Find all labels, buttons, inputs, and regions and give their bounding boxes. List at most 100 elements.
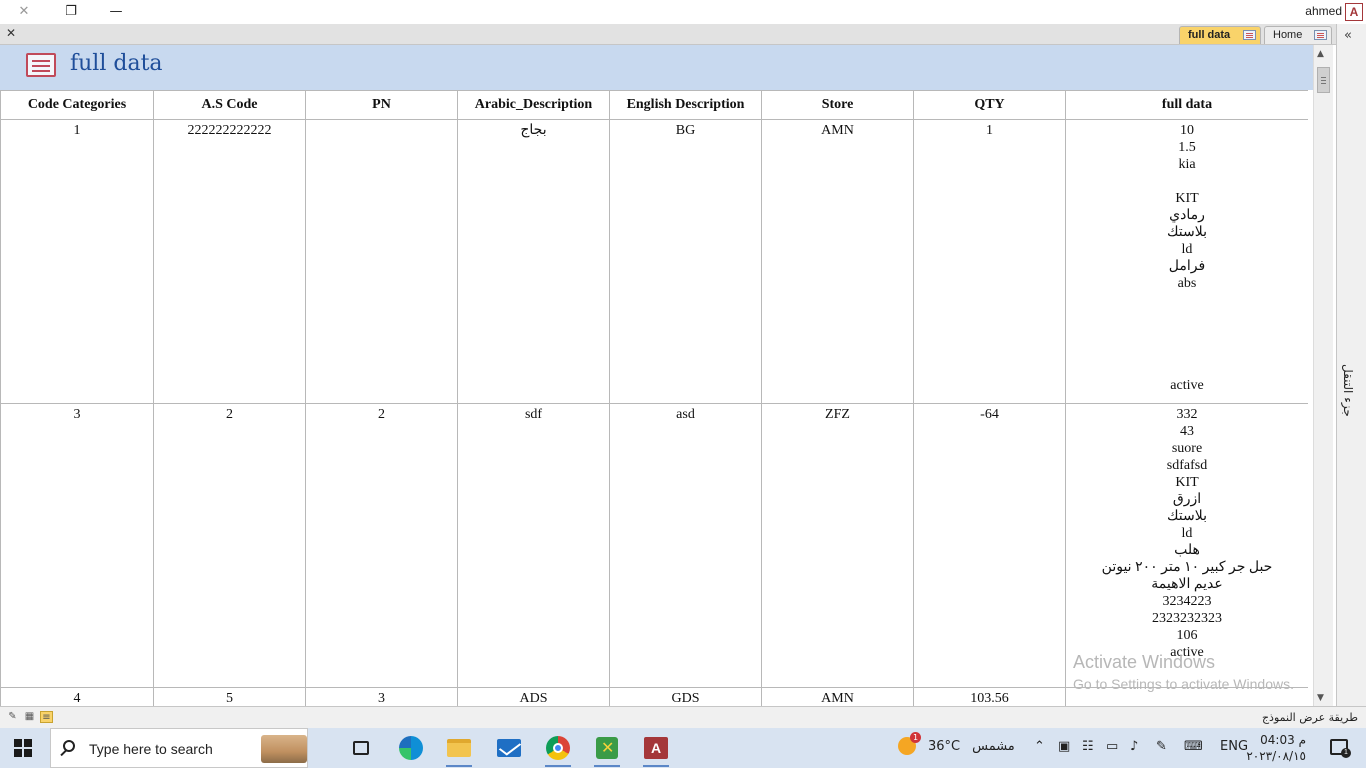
cell-store[interactable]: AMN: [761, 687, 914, 706]
chevron-up-icon[interactable]: ⌃: [1034, 739, 1045, 754]
form-title: full data: [70, 51, 163, 76]
network-icon[interactable]: ☷: [1082, 739, 1094, 754]
column-header-arabic-description[interactable]: Arabic_Description: [457, 90, 610, 120]
cell-full-data[interactable]: [1065, 687, 1308, 706]
cell-code-categories[interactable]: 3: [0, 403, 154, 688]
cell-as-code[interactable]: 222222222222: [153, 119, 306, 404]
cell-store[interactable]: AMN: [761, 119, 914, 404]
notification-icon[interactable]: 1: [1330, 739, 1351, 758]
document-tab-bar: ✕ full data Home: [0, 24, 1336, 45]
full-data-line: ازرق: [1172, 492, 1202, 507]
cell-qty[interactable]: -64: [913, 403, 1066, 688]
file-explorer-button[interactable]: [440, 732, 478, 767]
full-data-line: عديم الاهيمة: [1151, 577, 1223, 592]
cell-as-code[interactable]: 2: [153, 403, 306, 688]
form-icon: [1243, 30, 1256, 40]
pen-icon[interactable]: ✎: [1156, 739, 1167, 754]
language-indicator[interactable]: ENG: [1220, 739, 1248, 754]
tab-full-data[interactable]: full data: [1179, 26, 1261, 44]
form-header: full data: [0, 45, 1313, 90]
cell-arabic-description[interactable]: بجاج: [457, 119, 610, 404]
scroll-up-icon[interactable]: ▲: [1317, 49, 1324, 59]
cell-code-categories[interactable]: 1: [0, 119, 154, 404]
cell-pn[interactable]: 2: [305, 403, 458, 688]
cell-qty[interactable]: 103.56: [913, 687, 1066, 706]
full-data-line: 332: [1176, 407, 1198, 422]
mail-button[interactable]: [490, 732, 528, 764]
full-data-line: بلاستك: [1166, 225, 1207, 240]
cell-full-data[interactable]: 332 43 suore sdfafsd KIT ازرق بلاستك ld هلب حبل ج…: [1065, 403, 1308, 688]
vertical-scrollbar[interactable]: ▲ ▼: [1313, 45, 1333, 706]
column-header-code-categories[interactable]: Code Categories: [0, 90, 154, 120]
cell-qty[interactable]: 1: [913, 119, 1066, 404]
scroll-down-icon[interactable]: ▼: [1317, 693, 1324, 703]
navigation-pane-label[interactable]: جزء التنقل: [1341, 364, 1355, 417]
weather-sun-icon: 1: [898, 732, 921, 755]
column-header-full-data[interactable]: full data: [1065, 90, 1308, 120]
full-data-line: KIT: [1175, 475, 1199, 490]
access-icon: A: [644, 737, 668, 759]
full-data-line: 2323232323: [1152, 611, 1222, 626]
cell-store[interactable]: ZFZ: [761, 403, 914, 688]
table-row: 4 5 3 ADS GDS AMN 103.56: [0, 687, 1308, 706]
close-document-icon[interactable]: ✕: [6, 26, 16, 40]
tab-label: Home: [1273, 29, 1303, 41]
form-view-icon[interactable]: ≡: [40, 711, 53, 723]
column-header-qty[interactable]: QTY: [913, 90, 1066, 120]
scroll-thumb[interactable]: [1317, 67, 1330, 93]
minimize-icon[interactable]: —: [96, 0, 136, 22]
form-icon: [1314, 30, 1327, 40]
chrome-button[interactable]: [539, 732, 577, 767]
restore-icon[interactable]: ❐: [51, 0, 91, 22]
table-row: 1 222222222222 بجاج BG AMN 1 10 1.5 kia KIT…: [0, 119, 1308, 404]
cell-english-description[interactable]: asd: [609, 403, 762, 688]
cell-full-data[interactable]: 10 1.5 kia KIT رمادي بلاستك ld فرامل abs active: [1065, 119, 1308, 404]
edge-button[interactable]: [392, 732, 430, 764]
navigation-pane[interactable]: « جزء التنقل: [1336, 24, 1366, 706]
cell-pn[interactable]: 3: [305, 687, 458, 706]
full-data-line: بلاستك: [1166, 509, 1207, 524]
datasheet: Code Categories A.S Code PN Arabic_Descr…: [0, 90, 1308, 706]
column-header-as-code[interactable]: A.S Code: [153, 90, 306, 120]
battery-icon[interactable]: ▭: [1106, 739, 1118, 754]
cell-arabic-description[interactable]: ADS: [457, 687, 610, 706]
full-data-line: [1066, 173, 1308, 190]
cell-pn[interactable]: [305, 119, 458, 404]
weather-badge: 1: [910, 732, 921, 743]
full-data-line: suore: [1171, 441, 1203, 456]
meet-now-icon[interactable]: ▣: [1058, 739, 1070, 754]
task-view-button[interactable]: [342, 732, 380, 764]
full-data-line: active: [1170, 378, 1204, 393]
clock[interactable]: م 04:03 ٢٠٢٣/٠٨/١٥: [1246, 732, 1306, 764]
full-data-line: sdfafsd: [1166, 458, 1208, 473]
volume-icon[interactable]: ♪: [1130, 739, 1138, 754]
tool-app-button[interactable]: [588, 732, 626, 767]
clock-time: م 04:03: [1260, 733, 1306, 747]
status-bar: ✎ ▦ ≡ طريقة عرض النموذج: [0, 706, 1366, 728]
close-icon[interactable]: ✕: [4, 0, 44, 22]
keyboard-icon[interactable]: ⌨: [1184, 739, 1203, 754]
temperature: 36°C: [928, 738, 961, 754]
shutter-bar-toggle-icon[interactable]: «: [1344, 28, 1352, 43]
cell-as-code[interactable]: 5: [153, 687, 306, 706]
column-header-english-description[interactable]: English Description: [609, 90, 762, 120]
full-data-line: 106: [1176, 628, 1198, 643]
cell-english-description[interactable]: GDS: [609, 687, 762, 706]
search-icon: [63, 740, 75, 752]
tab-home[interactable]: Home: [1264, 26, 1332, 44]
design-view-icon[interactable]: ✎: [6, 711, 19, 723]
layout-view-icon[interactable]: ▦: [23, 711, 36, 723]
full-data-line: ld: [1181, 242, 1193, 257]
cell-english-description[interactable]: BG: [609, 119, 762, 404]
cell-code-categories[interactable]: 4: [0, 687, 154, 706]
user-name[interactable]: ahmed: [1305, 4, 1342, 18]
windows-start-icon[interactable]: [14, 739, 32, 757]
column-header-store[interactable]: Store: [761, 90, 914, 120]
column-header-pn[interactable]: PN: [305, 90, 458, 120]
cell-arabic-description[interactable]: sdf: [457, 403, 610, 688]
weather-widget[interactable]: 1 36°C مشمس: [898, 732, 1015, 755]
access-button[interactable]: A: [637, 732, 675, 767]
taskbar-search-box[interactable]: Type here to search: [50, 728, 308, 768]
full-data-line: [1066, 326, 1308, 343]
table-row: 3 2 2 sdf asd ZFZ -64 332 43 suore sdfafsd K…: [0, 403, 1308, 688]
